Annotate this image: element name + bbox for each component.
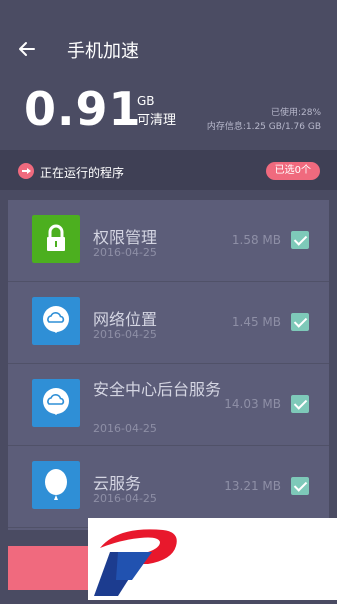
logo-icon: [94, 529, 177, 596]
app-size: 1.45 MB: [231, 315, 281, 329]
balloon-icon: [32, 461, 80, 509]
checkbox[interactable]: [291, 395, 309, 413]
app-name: 权限管理: [93, 228, 158, 247]
list-item[interactable]: 安全中心后台服务 2016-04-25 14.03 MB: [8, 364, 329, 446]
watermark-logo: [88, 518, 337, 600]
app-size: 1.58 MB: [231, 233, 281, 247]
page-title: 手机加速: [67, 41, 139, 62]
app-name: 云服务: [93, 474, 142, 493]
back-arrow-icon[interactable]: [14, 36, 40, 62]
header: 手机加速 0.91 GB 可清理 已使用:28% 内存信息:1.25 GB/1.…: [0, 0, 337, 150]
cloud-location-icon: [32, 379, 80, 427]
amount-unit: GB: [137, 94, 155, 108]
app-size: 14.03 MB: [224, 397, 281, 411]
checkbox[interactable]: [291, 477, 309, 495]
app-date: 2016-04-25: [93, 246, 157, 259]
app-name: 网络位置: [93, 310, 158, 329]
cleanable-amount: 0.91: [24, 82, 142, 136]
running-programs-bar: 正在运行的程序 已选0个: [0, 150, 337, 190]
list-item[interactable]: 云服务 2016-04-25 13.21 MB: [8, 446, 329, 528]
app-date: 2016-04-25: [93, 492, 157, 505]
selected-count-badge[interactable]: 已选0个: [265, 162, 320, 180]
app-size: 13.21 MB: [224, 479, 281, 493]
app-list: 权限管理 2016-04-25 1.58 MB 网络位置 2016-04-25 …: [8, 200, 329, 530]
cleanable-label: 可清理: [137, 113, 177, 128]
running-label: 正在运行的程序: [40, 166, 125, 180]
app-date: 2016-04-25: [93, 328, 157, 341]
lock-icon: [32, 215, 80, 263]
running-arrow-icon: [18, 163, 34, 179]
checkbox[interactable]: [291, 313, 309, 331]
app-name: 安全中心后台服务: [93, 380, 222, 399]
used-percent: 已使用:28%: [270, 108, 321, 118]
app-date: 2016-04-25: [93, 422, 157, 435]
cloud-location-icon: [32, 297, 80, 345]
checkbox[interactable]: [291, 231, 309, 249]
memory-info: 内存信息:1.25 GB/1.76 GB: [206, 122, 321, 132]
list-item[interactable]: 权限管理 2016-04-25 1.58 MB: [8, 200, 329, 282]
list-item[interactable]: 网络位置 2016-04-25 1.45 MB: [8, 282, 329, 364]
